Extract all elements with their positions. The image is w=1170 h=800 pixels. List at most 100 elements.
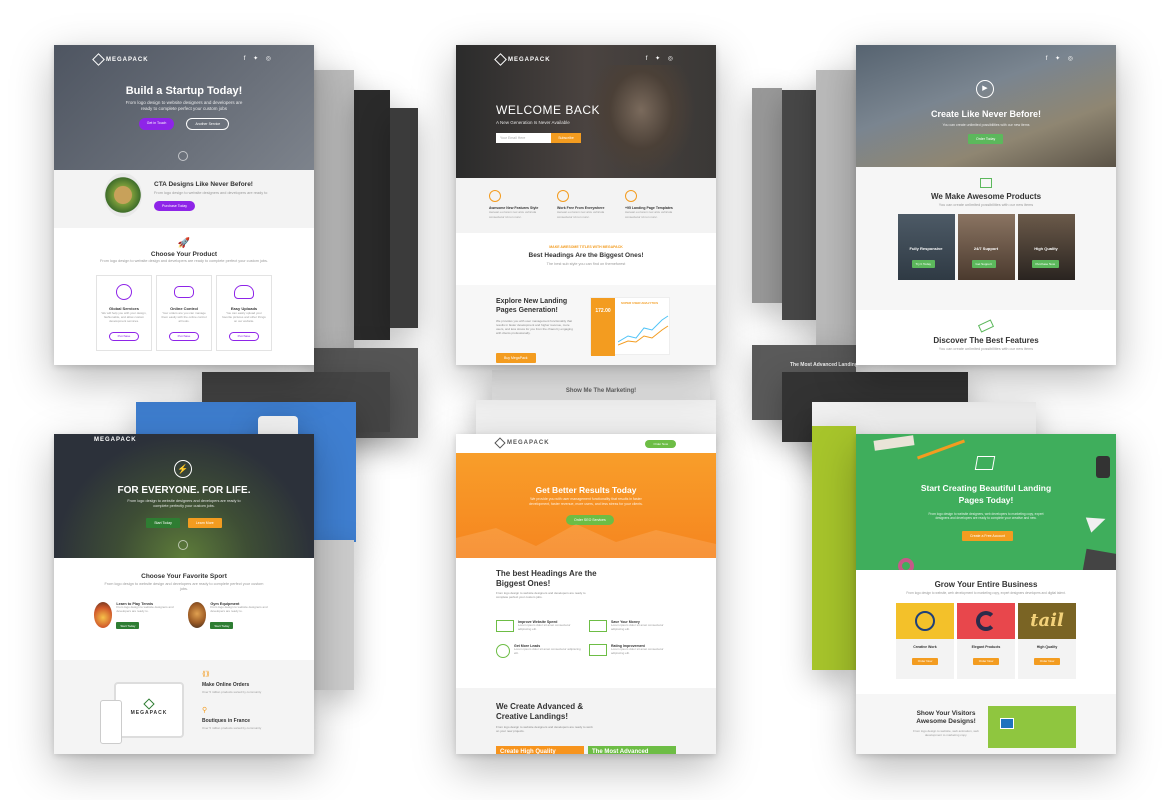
feature-text: We will help you with your design, fashi… (101, 311, 147, 323)
feature-text: Lorem ipsum dolor sit amet consectetur a… (514, 647, 581, 655)
product-button[interactable]: Try It Today (911, 260, 936, 268)
get-in-touch-button[interactable]: Get in Touch (138, 118, 175, 130)
bg-page (812, 426, 856, 670)
hero-title: Start Creating Beautiful Landing Pages T… (920, 483, 1052, 505)
product-tile[interactable]: 24/7 Support Get Support (957, 214, 1015, 280)
hero-title: FOR EVERYONE. FOR LIFE. (117, 485, 251, 496)
bg-page (816, 70, 856, 350)
footer-section: We Create Advanced & Creative Landings! … (456, 688, 716, 754)
features-row: Awesome New Features Style Aenean eu lor… (456, 178, 716, 233)
product-tile[interactable]: Elegant Products Order Now (957, 603, 1015, 680)
hero-subtitle: From logo design to website designers an… (127, 499, 241, 508)
start-today-button[interactable]: Start Today (210, 622, 234, 630)
template-card-sport[interactable]: MEGAPACK ⚡ FOR EVERYONE. FOR LIFE. From … (54, 434, 314, 754)
brand-logo: MEGAPACK (494, 53, 551, 66)
section-subtitle: You can create unlimited possibilities w… (938, 203, 1034, 207)
product-tile[interactable]: High Quality Purchase Now (1017, 214, 1075, 280)
promo-section: MEGAPACK ⟪⟫ Make Online Orders Over 5 mi… (54, 660, 314, 754)
section-subtitle: From logo design to website designers an… (496, 591, 586, 599)
purchase-button[interactable]: Purchase (108, 331, 140, 341)
feature-item: Save Your Money Lorem ipsum dolor sit ame… (589, 620, 676, 632)
another-service-button[interactable]: Another Service (186, 118, 230, 130)
product-tile[interactable]: Creative Work Order Now (896, 603, 954, 680)
headings-section: The best Headings Are the Biggest Ones! … (456, 558, 716, 688)
create-account-button[interactable]: Create a Free Account (962, 531, 1014, 541)
image-icon (980, 178, 992, 188)
promo-text: Over 5 million products sorted by commun… (202, 690, 262, 694)
section-title: Choose Your Product (150, 251, 218, 258)
order-today-button[interactable]: Order Today (968, 134, 1004, 144)
order-now-button[interactable]: Order Now (1033, 657, 1061, 665)
promo-title: Make Online Orders (202, 682, 250, 688)
explore-text: We provides you with user management fun… (496, 319, 573, 335)
bg-page (314, 70, 354, 360)
play-icon[interactable]: ▶ (976, 80, 994, 98)
template-card-startup[interactable]: MEGAPACK f ✦ ◎ Build a Startup Today! Fr… (54, 45, 314, 365)
feature-item: Improve Website Speed Lorem ipsum dolor s… (496, 620, 583, 632)
product-section: 🚀 Choose Your Product From logo design t… (54, 228, 314, 365)
brand-logo: MEGAPACK (92, 53, 149, 66)
globe-icon (557, 190, 569, 202)
headings-section: MAKE AWESOME TITLES WITH MEGAPACK Best H… (456, 233, 716, 285)
product-button[interactable]: Purchase Now (1031, 260, 1060, 268)
start-today-button[interactable]: Start Today (116, 622, 140, 630)
learn-more-button[interactable]: Learn More (187, 518, 222, 528)
features-section: Discover The Best Features You can creat… (856, 310, 1116, 365)
hero-section: MEGAPACK f ✦ ◎ WELCOME BACK A New Genera… (456, 45, 716, 178)
feature-item: Rating Improvement Lorem ipsum dolor sit … (589, 644, 676, 658)
telescope-icon (977, 319, 995, 333)
product-tile[interactable]: tail High Quality Order Now (1018, 603, 1076, 680)
stat-panel: 172.00 (591, 298, 615, 356)
scroll-down-icon[interactable] (178, 540, 188, 550)
order-now-button[interactable]: Order Now (911, 657, 939, 665)
purchase-button[interactable]: Purchase (168, 331, 200, 341)
product-button[interactable]: Get Support (971, 260, 996, 268)
order-now-button[interactable]: Order Now (972, 657, 1000, 665)
feature-text: Your orders are you can manage them easi… (161, 311, 207, 323)
features-subtitle: You can create unlimited possibilities w… (938, 347, 1034, 351)
product-tile[interactable]: Fully Responsive Try It Today (897, 214, 955, 280)
section-title: The best Headings Are the Biggest Ones! (496, 569, 597, 588)
hero-subtitle: We provide you with user management func… (529, 497, 643, 506)
footer-subtitle: From logo design to website designers an… (496, 725, 593, 733)
business-section: Grow Your Entire Business From logo desi… (856, 570, 1116, 694)
pencil-decoration (916, 439, 966, 460)
product-title: Creative Work (913, 645, 937, 650)
order-now-button[interactable]: Order Now (645, 440, 676, 448)
video-preview[interactable] (988, 706, 1076, 748)
social-icons[interactable]: f ✦ ◎ (1046, 55, 1076, 62)
email-input[interactable]: Your Email Here (496, 133, 551, 143)
promo-title: Boutiques in France (202, 718, 251, 724)
cta-subtitle: From logo design to website designers an… (154, 191, 268, 195)
template-card-create[interactable]: f ✦ ◎ ▶ Create Like Never Before! You ca… (856, 45, 1116, 365)
hero-title: WELCOME BACK (496, 103, 601, 117)
buy-megapack-button[interactable]: Buy MegaPack (496, 353, 536, 363)
feature-card-uploads: Easy Uploads You can easily upload your … (216, 275, 272, 351)
social-icons[interactable]: f ✦ ◎ (244, 55, 274, 62)
purchase-button[interactable]: Purchase (228, 331, 260, 341)
feature-text: Aenean eu lorem nec arcu vehicula consec… (557, 210, 605, 219)
template-card-landing[interactable]: Start Creating Beautiful Landing Pages T… (856, 434, 1116, 754)
rocket-icon: 🚀 (177, 238, 191, 249)
show-title: Show Your Visitors Awesome Designs! (916, 710, 976, 725)
cloud-upload-icon (234, 285, 254, 299)
subscribe-button[interactable]: Subscribe (551, 133, 581, 143)
products-section: We Make Awesome Products You can create … (856, 167, 1116, 310)
navbar: MEGAPACK Order Now (456, 434, 716, 453)
plant-image (104, 173, 142, 217)
c-logo-icon (957, 603, 1015, 640)
feature-text: Aenean eu lorem nec arcu vehicula consec… (625, 210, 673, 219)
template-card-results[interactable]: MEGAPACK Order Now Get Better Results To… (456, 434, 716, 754)
feature-text: Lorem ipsum dolor sit amet consectetur a… (611, 647, 664, 655)
start-today-button[interactable]: Start Today (146, 518, 180, 528)
feature-item: Get More Leads Lorem ipsum dolor sit amet… (496, 644, 583, 658)
social-icons[interactable]: f ✦ ◎ (646, 55, 676, 62)
cta-section: CTA Designs Like Never Before! From logo… (54, 170, 314, 228)
tagline: MAKE AWESOME TITLES WITH MEGAPACK (549, 245, 623, 249)
purchase-today-button[interactable]: Purchase Today (154, 201, 196, 211)
feature-card-online: Online Control Your orders are you can m… (156, 275, 212, 351)
scroll-down-icon[interactable] (178, 151, 188, 161)
template-card-welcome[interactable]: MEGAPACK f ✦ ◎ WELCOME BACK A New Genera… (456, 45, 716, 365)
hero-subtitle: From logo design to website designers, w… (928, 512, 1044, 521)
stat-header: SUPER USER ANALYTICS (621, 301, 659, 305)
